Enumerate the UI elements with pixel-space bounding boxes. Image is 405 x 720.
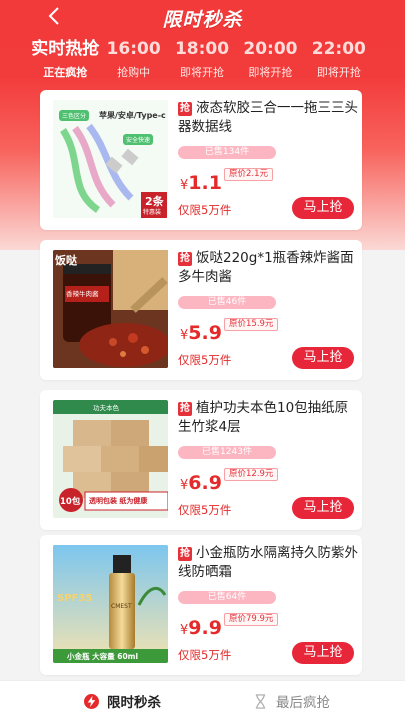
grab-tag: 抢 bbox=[178, 402, 192, 416]
original-price: 原价2.1元 bbox=[224, 168, 274, 181]
price-value: 1.1 bbox=[188, 172, 222, 194]
product-card[interactable]: SPF35 CMEST 小金瓶 大容量 60ml 抢小金瓶防水隔离持久防紫外线防… bbox=[40, 535, 362, 675]
original-price: 原价15.9元 bbox=[224, 318, 279, 331]
bottom-nav: 限时秒杀 最后疯抢 bbox=[0, 680, 405, 720]
product-title: 抢植护功夫本色10包抽纸原生竹浆4层 bbox=[178, 399, 360, 437]
product-title: 抢液态软胶三合一一拖三三头器数据线 bbox=[178, 99, 360, 137]
tab-time: 实时热抢 bbox=[31, 39, 100, 59]
image-badge: 三色区分 bbox=[59, 110, 90, 121]
tab-time: 16:00 bbox=[106, 39, 161, 59]
tab-time: 18:00 bbox=[174, 39, 230, 59]
price: ¥9.9 bbox=[180, 617, 222, 639]
grab-tag: 抢 bbox=[178, 102, 192, 116]
buy-now-button[interactable]: 马上抢 bbox=[292, 497, 354, 519]
price: ¥6.9 bbox=[180, 472, 222, 494]
product-image: 饭哒 香辣牛肉酱 bbox=[53, 250, 168, 368]
product-title-text: 液态软胶三合一一拖三三头器数据线 bbox=[178, 100, 358, 135]
original-price: 原价79.9元 bbox=[224, 613, 279, 626]
sold-count: 已售64件 bbox=[178, 591, 276, 604]
buy-now-button[interactable]: 马上抢 bbox=[292, 347, 354, 369]
price-value: 6.9 bbox=[188, 472, 222, 494]
stock-limit: 仅限5万件 bbox=[178, 203, 232, 217]
nav-flash-sale[interactable]: 限时秒杀 bbox=[84, 681, 161, 720]
image-spf: SPF35 bbox=[57, 593, 93, 604]
image-count-sub: 特惠装 bbox=[143, 209, 162, 216]
tab-status: 即将开抢 bbox=[180, 66, 225, 79]
sold-count: 已售134件 bbox=[178, 146, 276, 159]
product-title-text: 植护功夫本色10包抽纸原生竹浆4层 bbox=[178, 400, 349, 435]
product-card[interactable]: 饭哒 香辣牛肉酱 抢饭哒220g*1瓶香辣炸酱面多牛肉酱 已售46件 ¥5.9 … bbox=[40, 240, 362, 380]
tab-status: 即将开抢 bbox=[248, 66, 293, 79]
sold-count: 已售1243件 bbox=[178, 446, 276, 459]
product-image: 功夫本色 10包 透明包装 纸为健康 bbox=[53, 400, 168, 518]
tab-time: 20:00 bbox=[243, 39, 298, 59]
original-price: 原价12.9元 bbox=[224, 468, 279, 481]
tab-time: 22:00 bbox=[311, 39, 366, 59]
image-bottle-label: CMEST bbox=[111, 603, 132, 610]
product-title-text: 饭哒220g*1瓶香辣炸酱面多牛肉酱 bbox=[178, 250, 354, 285]
lightning-icon bbox=[84, 693, 99, 709]
tab-1600[interactable]: 16:00 抢购中 bbox=[99, 38, 167, 82]
page-title: 限时秒杀 bbox=[162, 9, 243, 31]
tab-2200[interactable]: 22:00 即将开抢 bbox=[305, 38, 373, 82]
stock-limit: 仅限5万件 bbox=[178, 648, 232, 662]
price-value: 5.9 bbox=[188, 322, 222, 344]
product-image: 三色区分 苹果/安卓/Type-c 安全快速 2条 特惠装 bbox=[53, 100, 168, 218]
image-label: 香辣牛肉酱 bbox=[66, 290, 99, 298]
image-brand: 功夫本色 bbox=[93, 404, 119, 412]
image-footer: 小金瓶 大容量 60ml bbox=[67, 652, 139, 661]
product-title-text: 小金瓶防水隔离持久防紫外线防晒霜 bbox=[178, 545, 358, 580]
image-subtext: 安全快速 bbox=[123, 134, 154, 145]
nav-label: 限时秒杀 bbox=[107, 695, 161, 711]
product-card[interactable]: 三色区分 苹果/安卓/Type-c 安全快速 2条 特惠装 抢液态软胶三合一一拖… bbox=[40, 90, 362, 230]
tab-2000[interactable]: 20:00 即将开抢 bbox=[236, 38, 304, 82]
nav-label: 最后疯抢 bbox=[276, 695, 330, 711]
image-count: 10包 bbox=[60, 497, 81, 507]
nav-last-chance[interactable]: 最后疯抢 bbox=[253, 681, 330, 720]
tab-1800[interactable]: 18:00 即将开抢 bbox=[168, 38, 236, 82]
buy-now-button[interactable]: 马上抢 bbox=[292, 642, 354, 664]
top-bar: 限时秒杀 bbox=[0, 0, 405, 34]
stock-limit: 仅限5万件 bbox=[178, 503, 232, 517]
product-image: SPF35 CMEST 小金瓶 大容量 60ml bbox=[53, 545, 168, 663]
tab-status: 正在疯抢 bbox=[43, 66, 88, 79]
price-value: 9.9 bbox=[188, 617, 222, 639]
time-tabs: 实时热抢 正在疯抢 16:00 抢购中 18:00 即将开抢 20:00 即将开… bbox=[31, 38, 373, 82]
price: ¥1.1 bbox=[180, 172, 222, 194]
product-title: 抢饭哒220g*1瓶香辣炸酱面多牛肉酱 bbox=[178, 249, 360, 287]
grab-tag: 抢 bbox=[178, 252, 192, 266]
tab-status: 抢购中 bbox=[117, 66, 151, 79]
image-heading: 苹果/安卓/Type-c bbox=[99, 111, 166, 120]
price: ¥5.9 bbox=[180, 322, 222, 344]
grab-tag: 抢 bbox=[178, 547, 192, 561]
tab-status: 即将开抢 bbox=[316, 66, 361, 79]
product-card[interactable]: 功夫本色 10包 透明包装 纸为健康 抢植护功夫本色10包抽纸原生竹浆4层 已售… bbox=[40, 390, 362, 530]
hourglass-icon bbox=[255, 693, 266, 709]
image-brand: 饭哒 bbox=[55, 254, 77, 267]
image-pack: 透明包装 纸为健康 bbox=[89, 497, 148, 505]
tab-realtime[interactable]: 实时热抢 正在疯抢 bbox=[31, 38, 99, 82]
sold-count: 已售46件 bbox=[178, 296, 276, 309]
product-title: 抢小金瓶防水隔离持久防紫外线防晒霜 bbox=[178, 544, 360, 582]
stock-limit: 仅限5万件 bbox=[178, 353, 232, 367]
buy-now-button[interactable]: 马上抢 bbox=[292, 197, 354, 219]
